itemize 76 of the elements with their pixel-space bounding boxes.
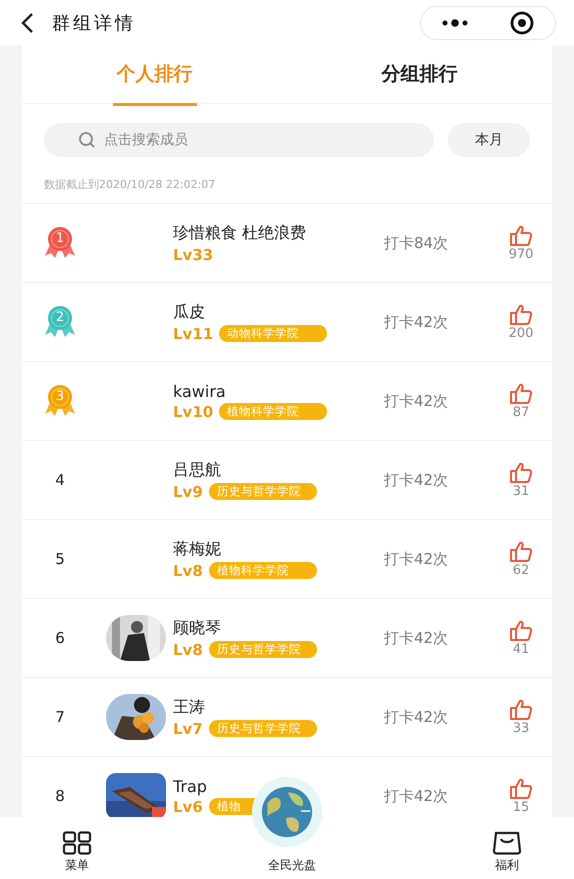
rank-number: 4 [55, 471, 65, 489]
ranking-row[interactable]: 3 kawira Lv10 植物科学学院 打卡42次 87 [22, 361, 552, 440]
update-time: 数据截止到2020/10/28 22:02:07 [44, 178, 216, 191]
ranking-row[interactable]: 5 蒋梅妮 Lv8 植物科学学院 打卡42次 62 [22, 519, 552, 598]
thumbs-up-icon[interactable] [509, 462, 533, 484]
like-count: 41 [512, 642, 530, 656]
college-tag: 动物科学学院 [219, 325, 328, 342]
nav-item[interactable]: 福利 [492, 831, 522, 874]
checkin-count: 打卡42次 [384, 628, 450, 648]
level-label: Lv6 [173, 798, 203, 816]
like-count: 200 [508, 326, 534, 340]
nav-item[interactable]: 全民光盘 [268, 857, 316, 874]
checkin-count: 打卡42次 [384, 392, 450, 410]
ranking-row[interactable]: 7 王涛 Lv7 历史与哲学学院 打卡42次 33 [22, 677, 552, 756]
thumbs-up-icon[interactable] [509, 304, 533, 326]
page-title: 群组详情 [52, 12, 137, 34]
thumbs-up-icon[interactable] [509, 224, 533, 246]
member-name: 珍惜粮食 杜绝浪费 [173, 222, 308, 244]
capsule-menu[interactable] [420, 6, 556, 40]
rank-number: 7 [55, 708, 65, 726]
like-count: 87 [512, 404, 530, 420]
rank-number: 5 [55, 550, 65, 568]
college-tag: 植物科学学院 [208, 562, 317, 579]
rank-number: 6 [55, 629, 65, 647]
thumbs-up-icon[interactable] [509, 698, 533, 720]
rank-number: 8 [55, 787, 65, 805]
level-label: Lv9 [173, 482, 203, 500]
ranking-row[interactable]: 4 吕思航 Lv9 历史与哲学学院 打卡42次 31 [22, 440, 552, 519]
member-name: 王涛 [173, 696, 206, 718]
rank-number: 1 [54, 231, 66, 246]
level-label: Lv7 [173, 720, 203, 738]
search-icon [78, 131, 96, 149]
college-tag: 历史与哲学学院 [208, 641, 317, 658]
search-field[interactable]: 点击搜索成员 [44, 123, 434, 157]
member-name: kawira [173, 382, 227, 400]
like-count: 62 [512, 562, 530, 578]
member-name: Trap [173, 776, 208, 796]
level-label: Lv11 [173, 324, 214, 342]
shopping-bag-icon [492, 831, 522, 855]
ranking-row[interactable]: 6 顾晓琴 Lv8 历史与哲学学院 打卡42次 41 [22, 598, 552, 677]
college-tag: 植物科学学院 [219, 403, 328, 420]
thumbs-up-icon[interactable] [509, 620, 533, 642]
checkin-count: 打卡42次 [384, 470, 450, 490]
thumbs-up-icon[interactable] [509, 382, 533, 404]
member-name: 瓜皮 [173, 302, 206, 322]
college-tag: 历史与哲学学院 [208, 720, 317, 737]
period-button[interactable]: 本月 [448, 123, 530, 157]
nav-item[interactable]: 菜单 [62, 831, 92, 874]
member-name: 吕思航 [173, 460, 222, 480]
ranking-row[interactable]: 2 瓜皮 Lv11 动物科学学院 打卡42次 200 [22, 282, 552, 361]
checkin-count: 打卡42次 [384, 312, 450, 332]
college-tag: 历史与哲学学院 [208, 483, 317, 500]
member-name: 顾晓琴 [173, 618, 222, 638]
rank-number: 2 [54, 310, 66, 325]
level-label: Lv8 [173, 640, 203, 658]
level-label: Lv33 [173, 246, 214, 264]
like-count: 15 [512, 800, 530, 814]
checkin-count: 打卡42次 [384, 550, 450, 568]
back-icon[interactable] [20, 12, 34, 34]
level-label: Lv10 [173, 402, 214, 420]
checkin-count: 打卡42次 [384, 708, 450, 726]
like-count: 31 [512, 484, 530, 498]
like-count: 970 [508, 246, 534, 262]
member-name: 蒋梅妮 [173, 538, 222, 560]
more-icon[interactable] [441, 18, 469, 26]
rank-number: 3 [54, 389, 66, 404]
tab[interactable]: 分组排行 [287, 45, 552, 103]
thumbs-up-icon[interactable] [509, 778, 533, 800]
grid-menu-icon [62, 831, 92, 855]
thumbs-up-icon[interactable] [509, 540, 533, 562]
checkin-count: 打卡84次 [384, 234, 450, 252]
level-label: Lv8 [173, 562, 203, 580]
checkin-count: 打卡42次 [384, 786, 450, 806]
ranking-row[interactable]: 1 珍惜粮食 杜绝浪费 Lv33 打卡84次 970 [22, 203, 552, 282]
like-count: 33 [512, 720, 530, 736]
globe-icon[interactable] [260, 785, 314, 839]
